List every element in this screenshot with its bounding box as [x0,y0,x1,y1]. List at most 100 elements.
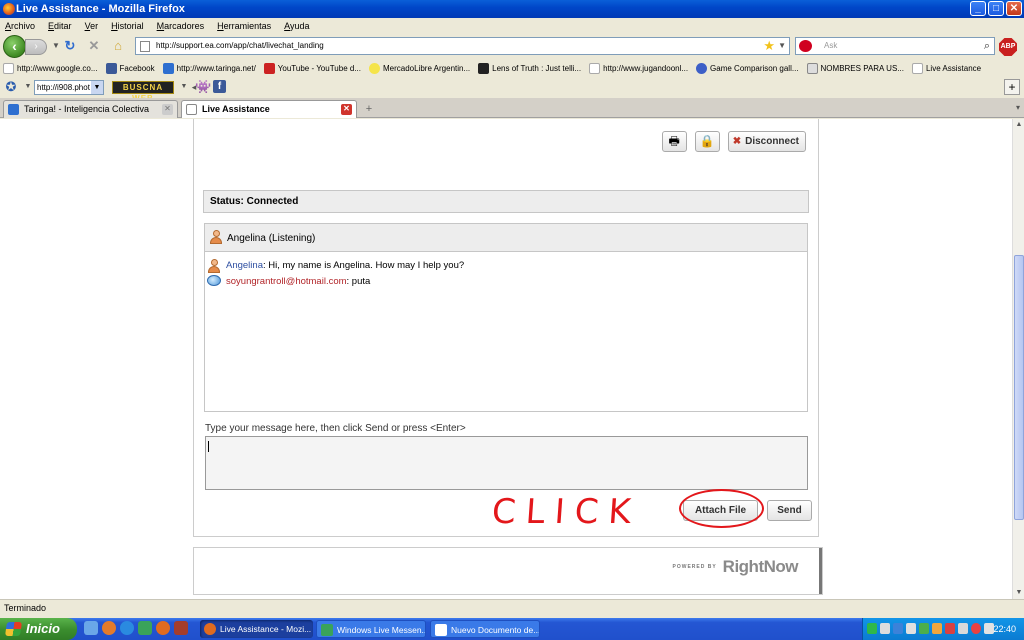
adblock-icon[interactable]: ABP [999,38,1017,56]
highlight-circle [679,489,764,528]
page-icon [186,104,197,115]
powered-by-logo: POWERED BY RightNow [672,557,799,576]
lock-icon: 🔒 [699,134,715,148]
close-tab-icon[interactable]: ✕ [162,104,173,115]
game-comparison-icon [696,63,708,74]
window-titlebar: Live Assistance - Mozilla Firefox _ □ ✕ [0,0,1024,18]
taskbar-item-messenger[interactable]: Windows Live Messen... [316,620,426,638]
quicklaunch-icon[interactable] [84,621,98,635]
stop-icon[interactable]: ✕ [86,38,102,54]
chat-panel: 🖶 🔒 ✖ Disconnect Status: Connected Angel… [193,119,819,537]
url-text: http://support.ea.com/app/chat/livechat_… [156,41,324,50]
page-icon [3,63,14,74]
menu-archivo[interactable]: Archivo [5,18,35,34]
bookmark-item[interactable]: http://www.jugandoonl... [589,59,688,78]
minimize-button[interactable]: _ [970,1,986,16]
bookmark-star-icon[interactable]: ★ [763,38,775,54]
taskbar-item-document[interactable]: Nuevo Documento de... [430,620,540,638]
send-button[interactable]: Send [767,500,812,521]
tray-icon[interactable] [867,623,877,634]
bookmark-item[interactable]: NOMBRES PARA US... [806,59,904,78]
home-icon[interactable]: ⌂ [110,38,126,54]
bookmark-item[interactable]: http://www.taringa.net/ [162,59,256,78]
list-all-tabs-icon[interactable]: ▾ [1010,100,1024,116]
search-placeholder: Ask [824,41,838,50]
gear-icon[interactable]: ✪ [3,79,19,95]
ask-logo-icon[interactable] [799,40,812,52]
agent-header: Angelina (Listening) [205,224,807,252]
message-input[interactable] [205,436,808,490]
tray-icon[interactable] [932,623,942,634]
tray-icon[interactable] [906,623,916,634]
menu-herramientas[interactable]: Herramientas [217,18,271,34]
firefox-icon[interactable] [156,621,170,635]
tab-taringa[interactable]: Taringa! - Inteligencia Colectiva ✕ [3,100,178,118]
messenger-icon [321,624,333,636]
firefox-icon [204,623,216,635]
text-caret [208,441,209,452]
forward-button[interactable]: › [25,39,47,55]
search-icon[interactable]: ⌕ [984,38,990,54]
scroll-up-icon[interactable]: ▲ [1013,119,1024,131]
browser-status-bar: Terminado [0,599,1024,617]
firefox-icon [3,3,15,15]
reload-icon[interactable]: ↻ [62,38,78,54]
tray-icon[interactable] [919,623,929,634]
tray-icon[interactable] [971,623,981,634]
window-title: Live Assistance - Mozilla Firefox [16,3,185,15]
bookmark-item[interactable]: Facebook [105,59,155,78]
buscaweb-button[interactable]: BUSCNA WEB [112,81,174,103]
windows-taskbar: Inicio Live Assistance - Mozi... Windows… [0,618,1024,640]
bookmark-item[interactable]: YouTube - YouTube d... [263,59,361,78]
taskbar-item-firefox[interactable]: Live Assistance - Mozi... [200,620,313,638]
close-window-button[interactable]: ✕ [1006,1,1022,16]
clock: 22:40 [993,624,1016,634]
menu-ayuda[interactable]: Ayuda [284,18,309,34]
vertical-scrollbar[interactable]: ▲ ▼ [1012,119,1024,599]
firefox-icon[interactable] [102,621,116,635]
ie-icon[interactable] [120,621,134,635]
back-button[interactable]: ‹ [3,35,26,58]
page-icon [911,63,923,74]
maximize-button[interactable]: □ [988,1,1004,16]
taringa-icon [8,104,19,115]
menu-marcadores[interactable]: Marcadores [157,18,205,34]
url-bar[interactable]: http://support.ea.com/app/chat/livechat_… [135,37,790,55]
tab-live-assistance[interactable]: Live Assistance ✕ [181,100,357,118]
tray-icon[interactable] [880,623,890,634]
app-icon[interactable] [174,621,188,635]
url-dropdown-icon[interactable]: ▼ [778,38,786,54]
disconnect-button[interactable]: ✖ Disconnect [727,131,806,152]
agent-avatar-icon [210,230,222,244]
space-invader-icon[interactable]: 👾 [195,79,211,95]
tray-icon[interactable] [893,623,903,634]
addon-toolbar: ✪ ▼ http://i908.phot BUSCNA WEB ▼ ◂ 👾 f … [0,78,1024,103]
tray-icon[interactable] [945,623,955,634]
messenger-icon[interactable] [138,621,152,635]
tray-icon[interactable] [958,623,968,634]
new-tab-button[interactable]: + [360,102,378,116]
menu-editar[interactable]: Editar [48,18,72,34]
chat-bubble-icon [207,275,221,286]
add-button[interactable]: + [1004,79,1020,95]
image-url-select[interactable]: http://i908.phot [34,80,104,95]
lock-button[interactable]: 🔒 [694,131,720,152]
close-tab-icon[interactable]: ✕ [341,104,352,115]
menu-historial[interactable]: Historial [111,18,144,34]
bookmark-item[interactable]: MercadoLibre Argentin... [368,59,470,78]
facebook-icon[interactable]: f [213,80,226,93]
scroll-down-icon[interactable]: ▼ [1013,587,1024,599]
chat-message: Angelina: Hi, my name is Angelina. How m… [205,258,807,274]
bookmark-item[interactable]: http://www.google.co... [3,59,98,78]
bookmark-item[interactable]: Lens of Truth : Just telli... [478,59,581,78]
print-button[interactable]: 🖶 [661,131,687,152]
quick-launch [84,621,188,635]
printer-icon: 🖶 [668,134,680,148]
start-button[interactable]: Inicio [0,618,77,640]
bookmark-item[interactable]: Live Assistance [911,59,981,78]
menu-ver[interactable]: Ver [85,18,99,34]
page-icon [589,63,601,74]
search-input[interactable]: Ask ⌕ [795,37,995,55]
scroll-thumb[interactable] [1014,255,1024,520]
bookmark-item[interactable]: Game Comparison gall... [696,59,799,78]
